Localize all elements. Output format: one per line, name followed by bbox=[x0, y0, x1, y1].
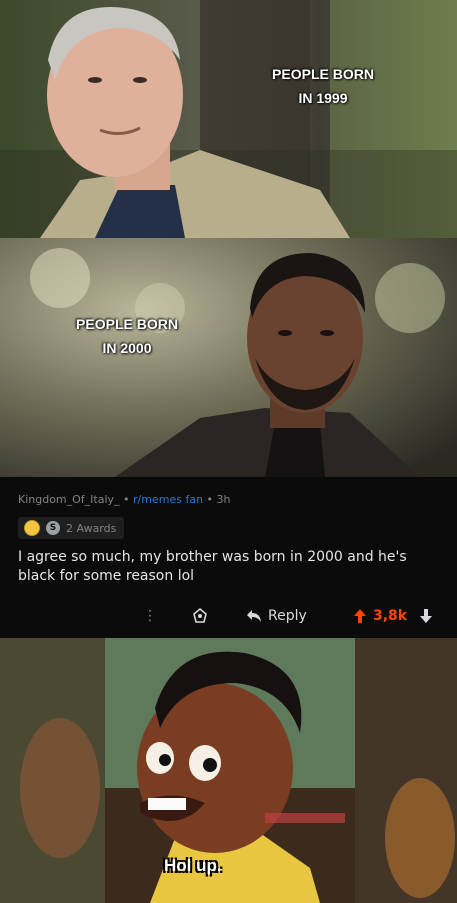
user-flair: r/memes fan bbox=[133, 493, 204, 506]
comment-actions: ⋮ Reply 3,8k bbox=[0, 604, 457, 634]
panel-1999-caption: PEOPLE BORN IN 1999 bbox=[272, 66, 374, 106]
vote-score: 3,8k bbox=[373, 608, 408, 624]
meta-separator: • bbox=[203, 493, 217, 506]
comment-meta: Kingdom_Of_Italy_ • r/memes fan • 3h bbox=[18, 493, 231, 506]
downvote-arrow-icon[interactable] bbox=[419, 608, 433, 624]
comment-age: 3h bbox=[216, 493, 231, 506]
reaction-caption: Hol up. bbox=[164, 856, 222, 875]
panel-1999-image bbox=[0, 0, 457, 238]
upvote-arrow-icon[interactable] bbox=[353, 608, 367, 624]
reaction-image bbox=[0, 638, 457, 903]
comment-body: I agree so much, my brother was born in … bbox=[18, 549, 407, 584]
awards-count: 2 Awards bbox=[66, 521, 117, 535]
reply-label: Reply bbox=[268, 608, 307, 624]
reply-button[interactable]: Reply bbox=[246, 608, 307, 624]
meme-panel-2000: PEOPLE BORN IN 2000 bbox=[0, 238, 457, 477]
more-options-button[interactable]: ⋮ bbox=[143, 608, 157, 624]
meme-panel-reaction: Hol up. bbox=[0, 638, 457, 903]
award-button[interactable] bbox=[192, 608, 208, 624]
comment-username[interactable]: Kingdom_Of_Italy_ bbox=[18, 493, 120, 506]
award-icon bbox=[193, 608, 207, 623]
vote-controls: 3,8k bbox=[353, 608, 433, 624]
reply-icon bbox=[247, 610, 261, 622]
panel-2000-caption: PEOPLE BORN IN 2000 bbox=[76, 316, 178, 356]
awards-badge[interactable]: S 2 Awards bbox=[18, 517, 125, 539]
gold-award-icon bbox=[24, 520, 40, 536]
meme-panel-1999: PEOPLE BORN IN 1999 bbox=[0, 0, 457, 238]
reddit-comment: Kingdom_Of_Italy_ • r/memes fan • 3h S 2… bbox=[0, 477, 457, 638]
meta-separator: • bbox=[119, 493, 134, 506]
silver-award-icon: S bbox=[46, 521, 60, 535]
